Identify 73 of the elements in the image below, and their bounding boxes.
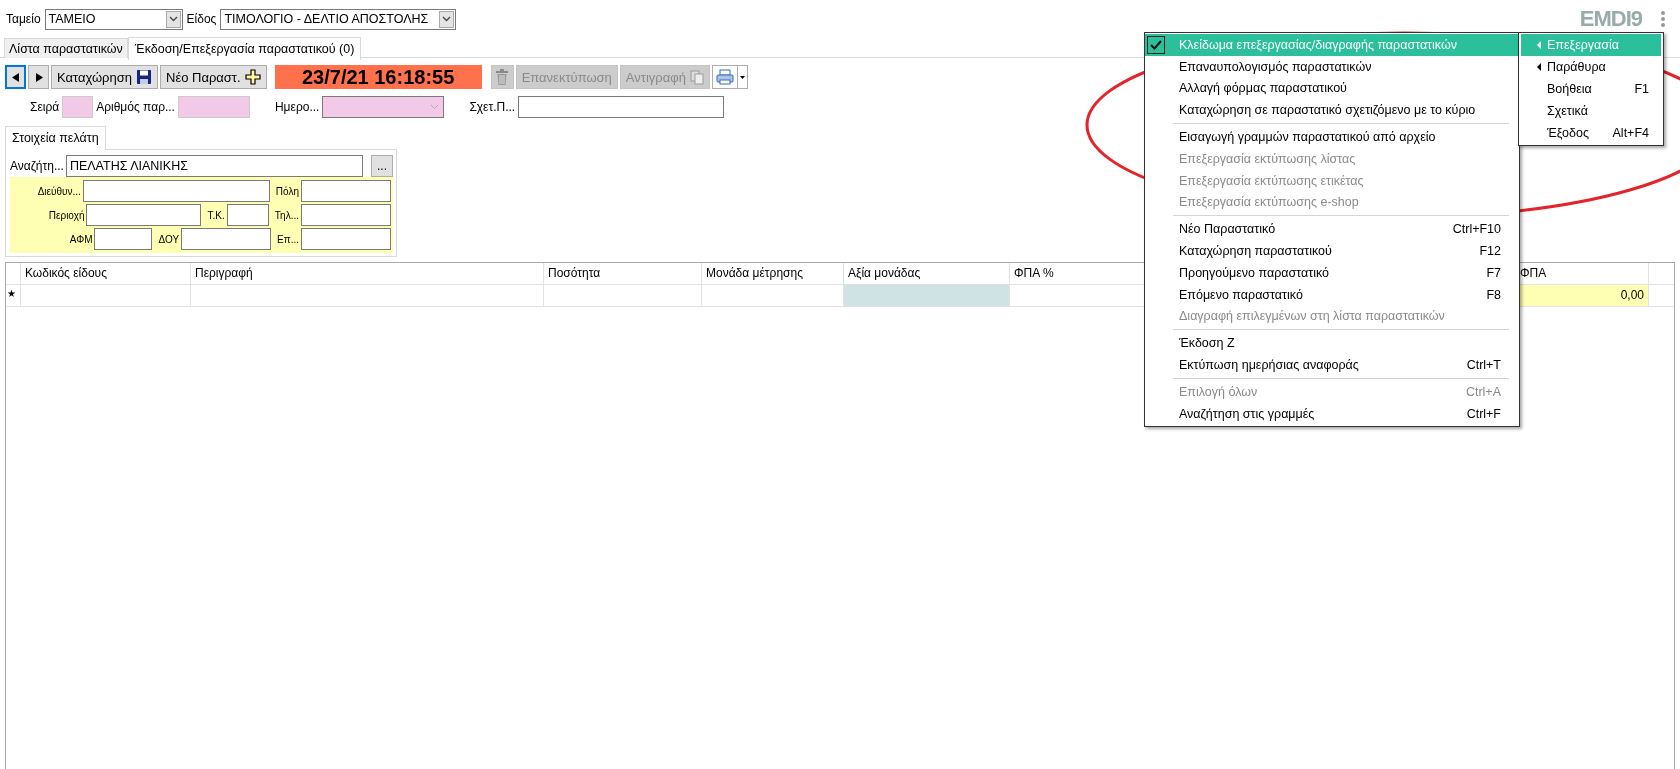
previous-button[interactable] [5, 65, 26, 89]
browse-button[interactable]: ... [371, 155, 393, 177]
triangle-right-icon [34, 72, 43, 82]
field-label: Είδος [186, 12, 217, 26]
tab[interactable]: Στοιχεία πελάτη [5, 126, 106, 150]
field-label: Σειρά [30, 99, 60, 114]
input-field[interactable] [177, 95, 250, 118]
triangle-left-icon [11, 72, 20, 82]
menu-item[interactable]: Αλλαγή φόρμας παραστατικού [1145, 77, 1519, 100]
column-header[interactable]: Μονάδα μέτρησης [702, 263, 844, 284]
input-field[interactable] [86, 204, 202, 226]
input-field[interactable] [301, 204, 391, 226]
dropdown-field[interactable]: ΤΑΜΕΙΟ [44, 8, 183, 30]
input-field[interactable] [518, 95, 725, 118]
menu-item[interactable]: Εισαγωγή γραμμών παραστατικού από αρχείο [1145, 126, 1519, 148]
print-button[interactable] [711, 65, 748, 89]
date-time-display: 23/7/21 16:18:55 [274, 65, 482, 89]
input-field[interactable] [82, 180, 270, 202]
field-label: Σχετ.Π... [469, 99, 516, 114]
next-button[interactable] [28, 65, 49, 89]
column-header[interactable]: Ποσότητα [544, 263, 702, 284]
chevron-down-icon [442, 16, 452, 22]
menu-item[interactable]: Καταχώρηση σε παραστατικό σχετιζόμενο με το κύριο [1145, 99, 1519, 122]
field-label: Περιοχή [48, 209, 85, 221]
input-field[interactable] [301, 228, 391, 250]
column-header[interactable]: Περιγραφή [191, 263, 544, 284]
menu-item[interactable]: Εκτύπωση ημερήσιας αναφοράς Ctrl+T [1145, 354, 1519, 376]
save-icon [136, 69, 152, 85]
field-label: Αναζήτη... [10, 159, 64, 173]
tab[interactable]: Λίστα παραστατικών [4, 38, 128, 58]
new-document-button[interactable]: Νέο Παραστ. [160, 65, 267, 89]
menu-item[interactable]: Έξοδος Alt+F4 [1521, 122, 1661, 144]
field-label: Πόλη [275, 185, 299, 197]
logo: EMDI9 [1579, 6, 1642, 32]
field-label: Τ.Κ. [207, 209, 225, 221]
menu-item[interactable]: Βοήθεια F1 [1521, 78, 1661, 100]
field-label: ΔΟΥ [158, 233, 180, 245]
menu-item[interactable]: Επόμενο παραστατικό F8 [1145, 283, 1519, 306]
copy-icon [689, 69, 704, 85]
input-field[interactable] [226, 204, 269, 226]
input-field[interactable] [301, 180, 391, 202]
field-label: Τηλ... [274, 209, 299, 221]
menu-item[interactable]: Αναζήτηση στις γραμμές Ctrl+F [1145, 402, 1519, 425]
search-field[interactable]: ΠΕΛΑΤΗΣ ΛΙΑΝΙΚΗΣ [65, 155, 363, 177]
menu-item[interactable]: Έκδοση Ζ [1145, 332, 1519, 355]
field-label: Επ... [277, 233, 299, 245]
input-field[interactable] [94, 228, 153, 250]
field-label: Ημερο... [274, 99, 320, 114]
menu-item[interactable]: Παράθυρα [1521, 56, 1661, 78]
menu-item[interactable]: Προηγούμενο παραστατικό F7 [1145, 261, 1519, 284]
menu-item[interactable]: Καταχώρηση παραστατικού F12 [1145, 240, 1519, 262]
menu-item[interactable]: Επαναυπολογισμός παραστατικών [1145, 55, 1519, 78]
field-label: Αριθμός παρ... [96, 99, 175, 114]
chevron-down-icon [168, 16, 178, 22]
dropdown-field[interactable]: ΤΙΜΟΛΟΓΙΟ - ΔΕΛΤΙΟ ΑΠΟΣΤΟΛΗΣ [220, 8, 457, 30]
plus-icon [244, 69, 261, 85]
input-field[interactable] [62, 95, 94, 118]
chevron-down-icon [430, 103, 440, 110]
save-button[interactable]: Καταχώρηση [51, 65, 158, 89]
column-header[interactable]: Κωδικός είδους [21, 263, 191, 284]
field-label: Διεύθυν... [37, 185, 81, 197]
menu-item[interactable]: Νέο Παραστατικό Ctrl+F10 [1145, 218, 1519, 241]
input-field[interactable] [181, 228, 272, 250]
trash-icon [496, 69, 509, 85]
menu-item[interactable]: Σχετικά [1521, 100, 1661, 122]
tab[interactable]: Έκδοση/Επεξεργασία παραστατικού (0) [127, 37, 362, 60]
date-field[interactable] [322, 95, 445, 118]
printer-icon [715, 69, 734, 85]
field-label: Ταμείο [6, 12, 41, 26]
caret-icon [739, 75, 745, 79]
column-header[interactable]: Αξία μονάδας [844, 263, 1010, 284]
field-label: ΑΦΜ [69, 233, 93, 245]
more-options-icon[interactable] [1660, 10, 1666, 28]
